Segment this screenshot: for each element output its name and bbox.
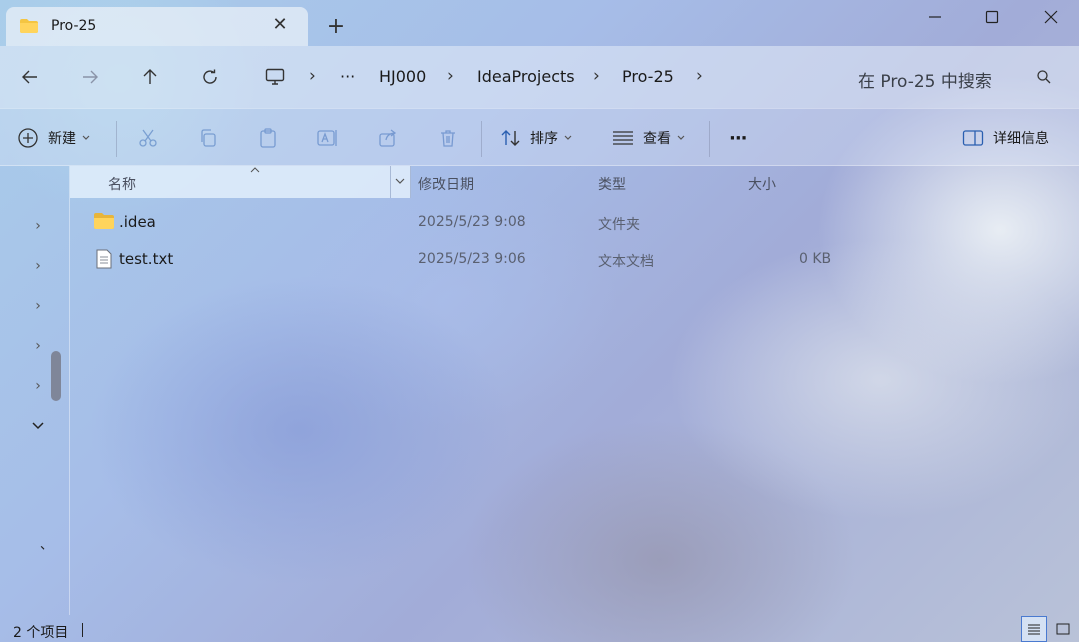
sidebar-expand-chevron[interactable]: ›: [31, 299, 45, 313]
monitor-icon: [265, 68, 285, 85]
rename-icon: [317, 130, 337, 146]
column-header-name[interactable]: 名称: [70, 166, 411, 198]
arrow-left-icon: [22, 70, 37, 84]
details-pane-button[interactable]: 详细信息: [962, 127, 1049, 149]
details-label: 详细信息: [993, 131, 1049, 147]
minimize-button[interactable]: [923, 5, 947, 29]
file-name[interactable]: .idea: [119, 213, 156, 231]
sort-icon: [501, 130, 520, 146]
clipboard-icon: [260, 128, 276, 148]
up-button[interactable]: [137, 64, 163, 90]
list-view-icon: [613, 131, 633, 145]
breadcrumb-hj000[interactable]: HJ000: [379, 67, 426, 86]
file-modified: 2025/5/23 9:08: [418, 214, 526, 230]
tab-pro-25[interactable]: Pro-25 ✕: [6, 7, 308, 46]
copy-button[interactable]: [196, 126, 220, 150]
forward-button[interactable]: [77, 64, 103, 90]
details-pane-icon: [962, 130, 984, 146]
file-type: 文本文档: [598, 254, 654, 270]
maximize-icon: [985, 10, 999, 24]
folder-icon: [20, 19, 38, 33]
cut-button[interactable]: [136, 126, 160, 150]
breadcrumb-separator[interactable]: ›: [309, 66, 316, 86]
arrow-up-icon: [143, 69, 157, 84]
status-item-count: 2 个项目: [13, 625, 69, 641]
sidebar-scrollbar[interactable]: [51, 351, 61, 401]
chevron-down-icon: [564, 135, 572, 140]
tiles-view-icon: [1056, 623, 1070, 635]
sort-button[interactable]: 排序: [500, 127, 572, 149]
close-window-button[interactable]: [1039, 5, 1063, 29]
share-icon: [379, 129, 397, 147]
sidebar-divider: [69, 166, 70, 615]
this-pc-button[interactable]: [262, 64, 288, 90]
sort-label: 排序: [530, 131, 558, 147]
column-label-name: 名称: [108, 177, 136, 193]
column-header-size[interactable]: 大小: [748, 174, 776, 194]
chevron-down-icon: [32, 422, 44, 430]
rename-button[interactable]: [316, 126, 340, 150]
tab-title: Pro-25: [51, 18, 97, 34]
breadcrumb-separator[interactable]: ›: [696, 66, 703, 86]
sort-ascending-icon: [250, 167, 260, 173]
paste-button[interactable]: [256, 126, 280, 150]
more-options-button[interactable]: ···: [729, 127, 747, 149]
maximize-button[interactable]: [980, 5, 1004, 29]
search-button[interactable]: [1031, 64, 1057, 90]
sidebar-expand-chevron[interactable]: ›: [31, 379, 45, 393]
new-label: 新建: [48, 131, 76, 147]
plus-circle-icon: [18, 128, 38, 148]
arrow-right-icon: [83, 70, 98, 84]
details-view-toggle[interactable]: [1021, 616, 1047, 642]
share-button[interactable]: [376, 126, 400, 150]
file-size: 0 KB: [799, 251, 832, 267]
status-separator: [82, 623, 83, 637]
command-bar: 新建 排序 查看 ··· 详细信息: [0, 108, 1079, 166]
sidebar-collapse-chevron[interactable]: [31, 419, 45, 437]
divider: [709, 121, 710, 157]
close-tab-button[interactable]: ✕: [270, 15, 290, 35]
divider: [481, 121, 482, 157]
large-icons-view-toggle[interactable]: [1050, 616, 1076, 642]
sidebar-expand-chevron[interactable]: ›: [31, 219, 45, 233]
column-header-type[interactable]: 类型: [598, 174, 626, 194]
details-view-icon: [1028, 624, 1040, 635]
breadcrumb-pro-25[interactable]: Pro-25: [622, 67, 674, 86]
file-name[interactable]: test.txt: [119, 250, 173, 268]
new-tab-button[interactable]: +: [324, 15, 348, 39]
column-divider: [390, 166, 391, 198]
view-label: 查看: [643, 131, 671, 147]
copy-icon: [201, 129, 216, 147]
breadcrumb-overflow[interactable]: ···: [340, 67, 355, 86]
file-modified: 2025/5/23 9:06: [418, 251, 526, 267]
sidebar-expand-chevron[interactable]: ›: [31, 259, 45, 273]
text-file-icon: [96, 249, 112, 269]
sidebar-expand-chevron[interactable]: ›: [31, 339, 45, 353]
navigation-bar: › ··· HJ000 › IdeaProjects › Pro-25 › 在 …: [0, 46, 1079, 108]
breadcrumb-separator[interactable]: ›: [447, 66, 454, 86]
folder-icon: [94, 213, 114, 229]
new-button[interactable]: 新建: [17, 127, 90, 149]
minimize-icon: [929, 16, 941, 18]
chevron-down-icon: [677, 135, 685, 140]
breadcrumb-separator[interactable]: ›: [593, 66, 600, 86]
column-header-modified[interactable]: 修改日期: [418, 174, 474, 194]
search-icon: [1037, 70, 1051, 84]
scissors-icon: [139, 129, 157, 147]
divider: [116, 121, 117, 157]
view-button[interactable]: 查看: [612, 127, 685, 149]
refresh-icon: [203, 69, 217, 84]
sidebar-stray-mark: 、: [40, 538, 54, 553]
file-type: 文件夹: [598, 217, 640, 233]
chevron-down-icon[interactable]: [395, 178, 405, 185]
breadcrumb-ideaprojects[interactable]: IdeaProjects: [477, 67, 575, 86]
delete-button[interactable]: [436, 126, 460, 150]
chevron-down-icon: [82, 135, 90, 140]
trash-icon: [441, 130, 455, 147]
back-button[interactable]: [17, 64, 43, 90]
close-icon: [1044, 10, 1058, 24]
refresh-button[interactable]: [197, 64, 223, 90]
search-input[interactable]: 在 Pro-25 中搜索: [858, 67, 992, 92]
